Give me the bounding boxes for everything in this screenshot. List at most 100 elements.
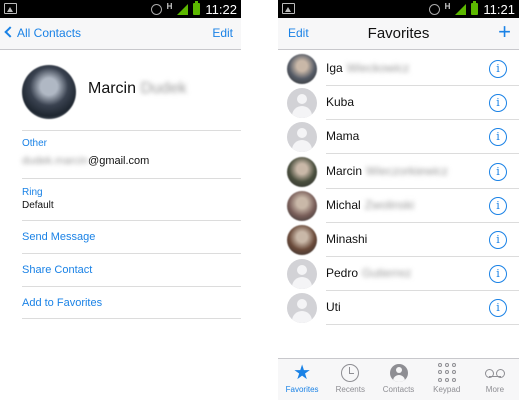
email-user: dudek.marcin [22, 155, 89, 167]
email-label: Other [22, 138, 48, 149]
favorite-name: Kuba [326, 95, 354, 109]
back-label: All Contacts [17, 26, 82, 40]
email-section[interactable]: Other dudek.marcin@gmail.com [22, 130, 241, 176]
contact-header: Marcin Dudek [0, 50, 241, 120]
tab-label: Recents [335, 385, 365, 394]
favorite-row[interactable]: Uti i [278, 291, 519, 326]
ringtone-value: Default [22, 200, 54, 211]
info-icon[interactable]: i [489, 265, 507, 284]
avatar [287, 156, 317, 187]
info-icon[interactable]: i [489, 128, 507, 147]
tab-favorites[interactable]: ★ Favorites [278, 359, 326, 400]
ringtone-label: Ring [22, 187, 43, 198]
favorite-row[interactable]: Pedro Gutierrez i [278, 257, 519, 292]
first-name: Marcin [88, 80, 137, 97]
notification-image-icon [282, 3, 295, 14]
info-icon[interactable]: i [489, 60, 507, 78]
last-name: Wieczorkiewicz [366, 163, 449, 178]
info-icon[interactable]: i [489, 94, 507, 113]
network-type: H [444, 1, 451, 11]
edit-button[interactable]: Edit [212, 26, 233, 40]
avatar [287, 259, 317, 290]
signal-icon [455, 3, 467, 15]
email-domain: @gmail.com [88, 155, 150, 167]
email-value[interactable]: dudek.marcin@gmail.com [22, 155, 241, 167]
battery-icon [193, 1, 201, 15]
signal-icon [177, 3, 189, 15]
alarm-icon [428, 3, 440, 15]
voicemail-icon [484, 369, 505, 378]
first-name: Uti [326, 300, 341, 315]
tab-label: Keypad [433, 385, 461, 394]
plus-icon[interactable]: + [498, 21, 511, 43]
favorite-name: Mama [326, 129, 359, 143]
favorite-row[interactable]: Minashi i [278, 223, 519, 257]
status-time: 11:21 [483, 1, 515, 17]
nav-bar: All Contacts Edit [0, 18, 241, 50]
tab-label: Favorites [285, 385, 319, 394]
favorites-list: Iga Wieckowicz i Kuba i Mama i Marcin Wieczorkie… [278, 52, 519, 358]
favorite-name: Marcin Wieczorkiewicz [326, 164, 448, 178]
info-icon[interactable]: i [489, 196, 507, 215]
page-title: Favorites [367, 25, 430, 42]
tab-contacts[interactable]: Contacts [374, 359, 422, 400]
alarm-icon [150, 3, 162, 15]
avatar [287, 88, 317, 119]
favorite-row[interactable]: Marcin Wieczorkiewicz i [278, 155, 519, 189]
first-name: Iga [326, 61, 343, 75]
tab-recents[interactable]: Recents [326, 359, 374, 400]
info-icon[interactable]: i [489, 299, 507, 318]
first-name: Marcin [326, 163, 363, 178]
first-name: Pedro [326, 266, 359, 281]
add-to-favorites-button[interactable]: Add to Favorites [22, 286, 241, 319]
status-bar: H 11:22 [0, 0, 241, 18]
tab-label: More [485, 385, 505, 394]
row-divider [326, 324, 519, 326]
favorite-name: Uti [326, 300, 341, 314]
last-name: Wieckowicz [346, 61, 410, 75]
ringtone-section[interactable]: Ring Default [22, 178, 241, 218]
favorite-name: Michal Zwolinski [326, 198, 414, 212]
avatar [22, 65, 76, 119]
avatar [287, 54, 317, 84]
chevron-left-icon [4, 26, 16, 38]
contact-name: Marcin Dudek [88, 80, 187, 98]
contact-detail-screen: H 11:22 All Contacts Edit Marcin Dudek O… [0, 0, 241, 400]
favorite-row[interactable]: Mama i [278, 120, 519, 155]
avatar [287, 225, 317, 255]
last-name: Gutierrez [362, 266, 412, 281]
favorite-name: Pedro Gutierrez [326, 266, 411, 280]
last-name: Dudek [140, 80, 187, 97]
favorite-row[interactable]: Iga Wieckowicz i [278, 52, 519, 86]
nav-bar: Edit Favorites + [278, 18, 519, 50]
status-time: 11:22 [205, 1, 237, 17]
status-bar: H 11:21 [278, 0, 519, 18]
tab-bar: ★ Favorites Recents Contacts Keypad More [278, 358, 519, 400]
notification-image-icon [4, 3, 17, 14]
first-name: Minashi [326, 232, 368, 246]
send-message-button[interactable]: Send Message [22, 220, 241, 253]
clock-icon [341, 364, 360, 382]
tab-more[interactable]: More [471, 359, 519, 400]
first-name: Kuba [326, 95, 355, 110]
avatar [287, 190, 317, 221]
favorites-screen: H 11:21 Edit Favorites + Iga Wieckowicz i K… [278, 0, 519, 400]
avatar [287, 122, 317, 153]
person-icon [389, 364, 408, 382]
battery-icon [471, 1, 479, 15]
favorite-name: Minashi [326, 232, 367, 246]
share-contact-button[interactable]: Share Contact [22, 253, 241, 286]
tab-keypad[interactable]: Keypad [423, 359, 471, 400]
info-icon[interactable]: i [489, 162, 507, 181]
favorite-row[interactable]: Kuba i [278, 86, 519, 121]
tab-label: Contacts [382, 385, 415, 394]
favorite-name: Iga Wieckowicz [326, 61, 409, 75]
back-button[interactable]: All Contacts [4, 26, 82, 40]
favorite-row[interactable]: Michal Zwolinski i [278, 189, 519, 223]
last-name: Zwolinski [364, 197, 415, 212]
first-name: Michal [326, 197, 361, 212]
network-type: H [166, 1, 173, 11]
avatar [287, 293, 317, 324]
first-name: Mama [326, 129, 360, 144]
info-icon[interactable]: i [489, 231, 507, 249]
